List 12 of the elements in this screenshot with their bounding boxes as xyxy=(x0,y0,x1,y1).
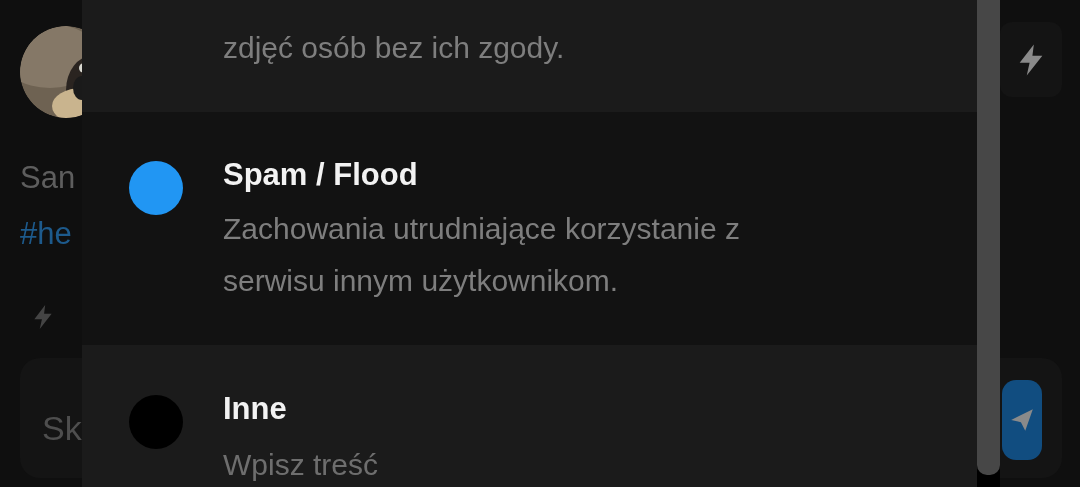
radio-button[interactable] xyxy=(129,395,183,449)
hashtag-link[interactable]: #he xyxy=(20,214,72,254)
scrollbar-thumb[interactable] xyxy=(977,0,1000,475)
radio-button[interactable] xyxy=(129,161,183,216)
option-title: Spam / Flood xyxy=(223,156,419,195)
boost-button[interactable] xyxy=(1000,22,1062,97)
post-text: San xyxy=(20,159,76,197)
text-field[interactable]: Wpisz treść xyxy=(223,443,823,487)
option-description: Zachowania utrudniające korzystanie z serwisu innym użytkownikom. xyxy=(223,211,740,300)
option-title: Inne xyxy=(223,390,288,428)
send-button[interactable] xyxy=(1002,380,1042,460)
option-description: zdjęć osób bez ich zgody. xyxy=(223,30,566,67)
